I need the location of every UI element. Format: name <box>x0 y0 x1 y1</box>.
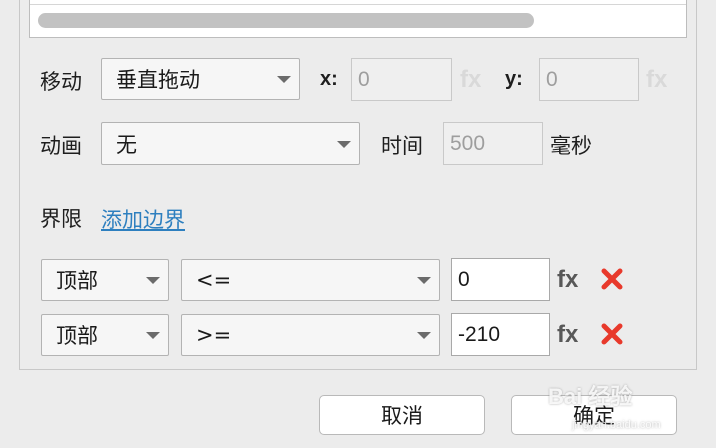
x-label: x: <box>320 68 338 90</box>
bound-side-select[interactable]: 顶部 <box>41 314 169 356</box>
bound-value-input[interactable]: 0 <box>451 258 550 301</box>
bound-side-value: 顶部 <box>56 269 98 293</box>
bound-operator-value: <= <box>196 268 232 292</box>
animation-value: 无 <box>116 132 137 157</box>
move-label: 移动 <box>40 70 82 94</box>
bound-fx-button[interactable]: fx <box>557 266 578 294</box>
time-input[interactable]: 500 <box>443 122 543 165</box>
watermark-subtext: jingyan.baidu.com <box>572 419 661 431</box>
y-label: y: <box>505 68 523 90</box>
bound-fx-button[interactable]: fx <box>557 321 578 349</box>
time-unit-label: 毫秒 <box>550 134 592 158</box>
x-input[interactable]: 0 <box>351 58 452 101</box>
add-bound-link[interactable]: 添加边界 <box>101 204 185 234</box>
chevron-down-icon <box>417 332 431 339</box>
move-mode-value: 垂直拖动 <box>116 68 200 92</box>
bounds-label: 界限 <box>40 207 82 231</box>
chevron-down-icon <box>146 332 160 339</box>
chevron-down-icon <box>277 76 291 83</box>
chevron-down-icon <box>337 140 351 148</box>
bound-operator-select[interactable]: >= <box>181 314 440 356</box>
delete-icon[interactable] <box>600 322 624 346</box>
bound-side-value: 顶部 <box>56 324 98 348</box>
animation-label: 动画 <box>40 134 82 158</box>
y-input[interactable]: 0 <box>539 58 639 101</box>
chevron-down-icon <box>146 277 160 284</box>
cancel-button[interactable]: 取消 <box>319 395 485 435</box>
time-label: 时间 <box>381 134 423 158</box>
move-mode-select[interactable]: 垂直拖动 <box>101 58 300 100</box>
chevron-down-icon <box>417 277 431 284</box>
bound-side-select[interactable]: 顶部 <box>41 259 169 301</box>
watermark-text: Bai 经验 <box>548 384 633 409</box>
x-fx-button[interactable]: fx <box>460 66 481 94</box>
bound-value-input[interactable]: -210 <box>451 313 550 356</box>
animation-select[interactable]: 无 <box>101 122 360 165</box>
bound-operator-value: >= <box>196 323 232 347</box>
y-fx-button[interactable]: fx <box>646 66 667 94</box>
bound-operator-select[interactable]: <= <box>181 259 440 301</box>
delete-icon[interactable] <box>600 267 624 291</box>
